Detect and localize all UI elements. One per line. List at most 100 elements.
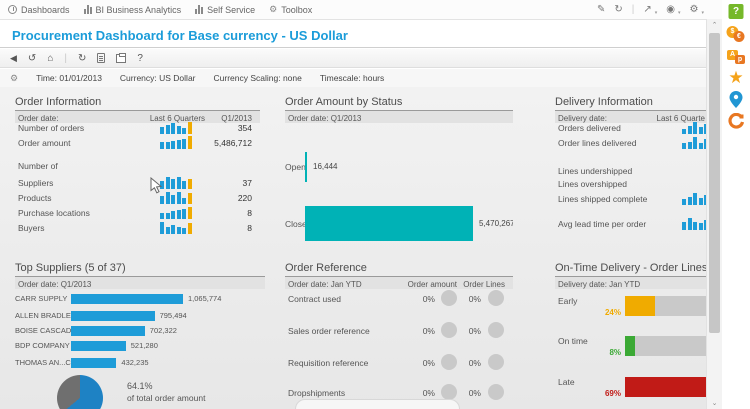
kpi-row: Buyers 8 (15, 221, 260, 235)
home-icon[interactable]: ⌂ (47, 53, 53, 64)
status-circle (488, 384, 504, 400)
refresh-icon[interactable]: ↻ (78, 53, 86, 64)
help-icon[interactable]: ? (137, 53, 143, 64)
scroll-up-icon[interactable]: ⌃ (707, 21, 722, 29)
currency-coins-icon[interactable]: $ € (726, 26, 746, 43)
reload-icon[interactable]: ↻ (614, 4, 622, 15)
pie-annotation-sub: of total order amount (127, 393, 206, 403)
filter-time[interactable]: Time: 01/01/2013 (36, 73, 102, 83)
kpi-label: Lines overshipped (558, 179, 627, 189)
bar-label: THOMAS AN...CORP (15, 358, 88, 367)
ontime-bar-row: Early 24% (555, 296, 707, 318)
bar-open (305, 152, 307, 182)
sparkline (160, 207, 192, 219)
kpi-label: Purchase locations (18, 208, 90, 218)
gear-icon: ⚙ (269, 4, 278, 14)
panel-title: On-Time Delivery - Order Lines (555, 262, 707, 274)
back-icon[interactable]: ◀ (10, 53, 17, 64)
bar-label: Open (285, 162, 306, 172)
filter-timescale[interactable]: Timescale: hours (320, 73, 384, 83)
tab-bi-business-analytics[interactable]: BI Business Analytics (83, 5, 181, 15)
bar-label: BDP COMPANY (15, 341, 70, 350)
brand-swoosh-icon[interactable] (728, 112, 745, 135)
ref-lines-pct: 0% (468, 294, 481, 304)
page-title: Procurement Dashboard for Base currency … (12, 28, 348, 43)
document-icon[interactable] (97, 53, 106, 63)
bar-label: CARR SUPPLY (15, 294, 68, 303)
filter-currency[interactable]: Currency: US Dollar (120, 73, 196, 83)
bar-track (625, 296, 707, 316)
bar-value: 432,235 (121, 358, 149, 367)
title-bar: Procurement Dashboard for Base currency … (0, 21, 706, 48)
kpi-label: Order amount (18, 138, 71, 148)
kpi-value: 354 (237, 123, 252, 133)
location-pin-icon[interactable] (729, 91, 743, 113)
kpi-row: Lines undershipped (555, 164, 707, 178)
vertical-scrollbar[interactable]: ⌃ ⌄ (706, 19, 722, 409)
subheader-col2: Order Lines (463, 279, 505, 289)
bar-pct: 8% (609, 348, 621, 357)
tab-label: Toolbox (281, 4, 313, 15)
bar-label: ALLEN BRADLEY (15, 311, 76, 320)
kpi-label: Buyers (18, 223, 45, 233)
favorites-star-icon[interactable]: ★ (728, 69, 743, 86)
supplier-bar-row: ALLEN BRADLEY 795,494 (15, 310, 187, 321)
order-amount-by-status-panel: Order Amount by Status Order date: Q1/20… (285, 96, 513, 246)
bar-chart-icon (195, 5, 204, 14)
bar-label: On time (558, 336, 588, 346)
tab-toolbox[interactable]: ⚙ Toolbox (269, 5, 312, 15)
bar (71, 325, 145, 336)
kpi-label: Order lines delivered (558, 138, 637, 148)
status-circle (441, 290, 457, 306)
feedback-bubbles-icon[interactable]: A p (727, 50, 745, 65)
status-circle (441, 322, 457, 338)
panel-title: Order Amount by Status (285, 96, 403, 108)
panel-subheader: Order date: Q1/2013 (15, 276, 265, 289)
bar-value: 5,470,267 (479, 219, 513, 228)
bar-value: 702,322 (149, 326, 177, 335)
filter-scaling[interactable]: Currency Scaling: none (214, 73, 302, 83)
record-icon[interactable]: ◉ (666, 4, 675, 15)
bar (625, 296, 656, 316)
tab-dashboards[interactable]: Dashboards (8, 5, 70, 15)
bar-value: 16,444 (313, 162, 338, 171)
euro-coin: € (733, 31, 745, 42)
sparkline (160, 222, 192, 234)
kpi-row: Lines overshipped (555, 177, 707, 191)
kpi-row: Order amount 5,486,712 (15, 136, 260, 150)
edit-icon[interactable]: ✎ (597, 4, 605, 15)
print-icon[interactable] (116, 52, 127, 63)
section-label: Number of (18, 161, 58, 171)
sparkline (682, 193, 707, 205)
scrollbar-thumb[interactable] (709, 33, 720, 333)
kpi-label: Products (18, 193, 52, 203)
mouse-cursor (150, 176, 163, 199)
ref-amount-pct: 0% (422, 358, 435, 368)
export-icon[interactable]: ↗ (643, 4, 651, 15)
bar (71, 293, 183, 304)
prompt-gear-icon[interactable]: ⚙ (10, 73, 18, 83)
kpi-value: 8 (247, 208, 252, 218)
status-circle (488, 290, 504, 306)
bar-closed (305, 206, 473, 241)
kpi-label: Suppliers (18, 178, 54, 188)
bar-label: BOISE CASCADE (15, 326, 77, 335)
bar-label: Closed (285, 219, 312, 229)
dashboard-content: Order Information Order date: Last 6 Qua… (0, 87, 707, 409)
settings-gear-icon[interactable]: ⚙ (690, 4, 699, 15)
bar-chart-icon (83, 5, 92, 14)
undo-icon[interactable]: ↺ (28, 53, 36, 64)
bar (71, 340, 126, 351)
tab-self-service[interactable]: Self Service (195, 5, 255, 15)
bar (625, 336, 636, 356)
panel-subheader: Order date: Jan YTD Order amount Order L… (285, 276, 513, 289)
sparkline (160, 122, 192, 134)
status-circle (441, 354, 457, 370)
scroll-down-icon[interactable]: ⌄ (707, 399, 722, 407)
kpi-value: 5,486,712 (214, 138, 252, 148)
status-circle (488, 354, 504, 370)
subheader-label: Delivery date: Jan YTD (558, 279, 641, 289)
tab-label: Dashboards (21, 4, 70, 15)
panel-subheader: Delivery date: Jan YTD (555, 276, 707, 289)
help-badge-icon[interactable]: ? (728, 4, 744, 19)
